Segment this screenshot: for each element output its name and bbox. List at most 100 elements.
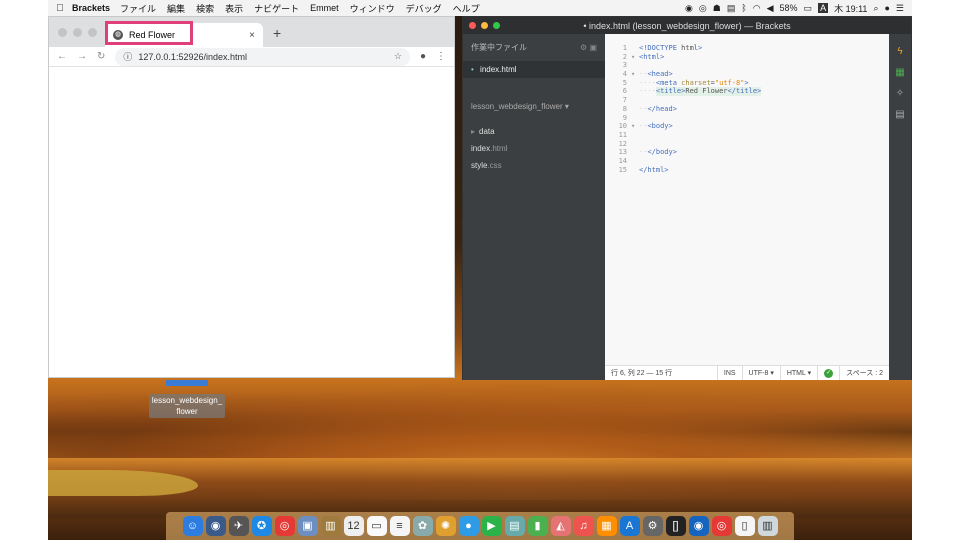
address-bar[interactable]: ⓘ 127.0.0.1:52926/index.html ☆ <box>115 47 410 66</box>
dirty-dot-icon: • <box>471 65 474 74</box>
close-window-button[interactable] <box>469 22 476 29</box>
brackets-icon[interactable]: [] <box>665 516 686 536</box>
user-icon[interactable]: ● <box>884 3 889 13</box>
reminders-icon[interactable]: ≡ <box>389 516 410 536</box>
photos-icon[interactable]: ✿ <box>412 516 433 536</box>
ghost-icon[interactable]: ☗ <box>713 3 721 14</box>
close-tab-icon[interactable]: × <box>249 30 255 41</box>
chrome-icon-2[interactable]: ◎ <box>711 516 732 536</box>
zoom-window-button[interactable] <box>493 22 500 29</box>
numbers-icon[interactable]: ▮ <box>527 516 548 536</box>
siri-icon[interactable]: ◉ <box>205 516 226 536</box>
fold-arrow-icon[interactable]: ▾ <box>631 70 639 79</box>
reload-icon[interactable]: ↻ <box>97 51 105 62</box>
desktop:  Brackets ファイル 編集 検索 表示 ナビゲート Emmet ウィン… <box>48 0 912 540</box>
launchpad-icon[interactable]: ✈ <box>228 516 249 536</box>
new-tab-button[interactable]: + <box>273 25 281 41</box>
desktop-folder[interactable]: lesson_webdesign_ flower <box>146 380 228 419</box>
info-icon[interactable]: ⓘ <box>123 50 132 63</box>
project-dropdown[interactable]: lesson_webdesign_flower ▾ <box>463 78 605 117</box>
facetime-icon[interactable]: ▶ <box>481 516 502 536</box>
app-menu[interactable]: Brackets <box>72 3 110 13</box>
menu-edit[interactable]: 編集 <box>167 2 185 15</box>
spotlight-icon[interactable]: ⌕ <box>873 3 878 14</box>
encoding-select[interactable]: UTF-8 ▾ <box>743 366 781 380</box>
insert-mode[interactable]: INS <box>718 366 743 380</box>
gear-icon[interactable]: ⚙ <box>580 43 587 52</box>
menu-help[interactable]: ヘルプ <box>453 2 480 15</box>
battery-icon[interactable]: ▭ <box>804 3 813 14</box>
url-text: 127.0.0.1:52926/index.html <box>138 51 247 62</box>
layers-icon[interactable]: ▤ <box>895 109 904 120</box>
notes-icon[interactable]: ▭ <box>366 516 387 536</box>
trash-icon[interactable]: ▥ <box>757 516 778 536</box>
close-window-button[interactable] <box>58 28 67 37</box>
tree-file-index[interactable]: index.html <box>471 140 597 157</box>
brackets-window-controls <box>469 22 500 29</box>
code-line: 9 <box>605 114 889 123</box>
live-preview-icon[interactable]: ϟ <box>897 46 902 57</box>
wand-icon[interactable]: ✧ <box>896 88 904 99</box>
linter-status[interactable]: ✓ <box>818 366 841 380</box>
system-preferences-icon[interactable]: ⚙ <box>642 516 663 536</box>
tree-folder-data[interactable]: ▸ data <box>471 123 597 140</box>
menu-find[interactable]: 検索 <box>196 2 214 15</box>
file-name: index <box>471 144 491 153</box>
app-store-icon[interactable]: A <box>619 516 640 536</box>
minimize-window-button[interactable] <box>73 28 82 37</box>
document-icon[interactable]: ▯ <box>734 516 755 536</box>
notes-book-icon[interactable]: ▥ <box>320 516 341 536</box>
code-editor[interactable]: 1 <!DOCTYPE html> 2 ▾ <html> 3 4 ▾ ·· <head> 5 ····… <box>605 34 889 365</box>
messages-icon[interactable]: ● <box>458 516 479 536</box>
target-icon[interactable]: ◎ <box>699 3 707 14</box>
tree-file-style[interactable]: style.css <box>471 157 597 174</box>
language-select[interactable]: HTML ▾ <box>781 366 819 380</box>
forward-arrow-icon[interactable]: → <box>77 51 87 62</box>
wifi-icon[interactable]: ◠ <box>753 3 761 14</box>
calendar-icon[interactable]: 12 <box>343 516 364 536</box>
pinwheel-icon[interactable]: ✺ <box>435 516 456 536</box>
split-view-icon[interactable]: ▣ <box>589 43 597 52</box>
battery-percent[interactable]: 58% <box>780 3 798 13</box>
menu-emmet[interactable]: Emmet <box>310 3 339 13</box>
clipboard-icon[interactable]: ▤ <box>727 3 736 14</box>
code-line: 4 ▾ ·· <head> <box>605 70 889 79</box>
volume-icon[interactable]: ◀ <box>767 3 774 14</box>
line-number: 11 <box>618 130 627 139</box>
books-icon[interactable]: ▦ <box>596 516 617 536</box>
line-text: </body> <box>647 148 677 157</box>
clock[interactable]: 木 19:11 <box>834 2 867 15</box>
menu-debug[interactable]: デバッグ <box>406 2 442 15</box>
menu-view[interactable]: 表示 <box>225 2 243 15</box>
menu-file[interactable]: ファイル <box>120 2 156 15</box>
bookmark-star-icon[interactable]: ☆ <box>394 51 402 62</box>
input-source-icon[interactable]: A <box>818 3 829 13</box>
working-files-label: 作業中ファイル <box>471 43 527 52</box>
indent-setting[interactable]: スペース : 2 <box>840 366 889 380</box>
profile-icon[interactable]: ● <box>420 51 426 62</box>
apple-menu-icon[interactable]:  <box>48 3 72 14</box>
record-icon[interactable]: ◉ <box>685 3 693 14</box>
chrome-icon[interactable]: ◎ <box>274 516 295 536</box>
fold-arrow-icon[interactable]: ▾ <box>631 53 639 62</box>
zoom-window-button[interactable] <box>88 28 97 37</box>
extension-manager-icon[interactable]: ▦ <box>895 67 904 78</box>
contacts-icon[interactable]: ▤ <box>504 516 525 536</box>
keynote-icon[interactable]: ◭ <box>550 516 571 536</box>
menu-window[interactable]: ウィンドウ <box>350 2 395 15</box>
safari-icon[interactable]: ✪ <box>251 516 272 536</box>
music-icon[interactable]: ♫ <box>573 516 594 536</box>
code-line: 8 ·· </head> <box>605 105 889 114</box>
minimize-window-button[interactable] <box>481 22 488 29</box>
photo-browser-icon[interactable]: ▣ <box>297 516 318 536</box>
fold-arrow-icon[interactable]: ▾ <box>631 122 639 131</box>
back-arrow-icon[interactable]: ← <box>57 51 67 62</box>
notification-center-icon[interactable]: ☰ <box>896 3 904 14</box>
finder-icon[interactable]: ☺ <box>182 516 203 536</box>
bluetooth-icon[interactable]: ᛒ <box>741 3 746 13</box>
quicktime-icon[interactable]: ◉ <box>688 516 709 536</box>
more-menu-icon[interactable]: ⋮ <box>436 51 446 62</box>
menu-navigate[interactable]: ナビゲート <box>254 2 299 15</box>
line-number: 6 <box>622 87 627 96</box>
working-file-item[interactable]: • index.html <box>463 61 605 78</box>
